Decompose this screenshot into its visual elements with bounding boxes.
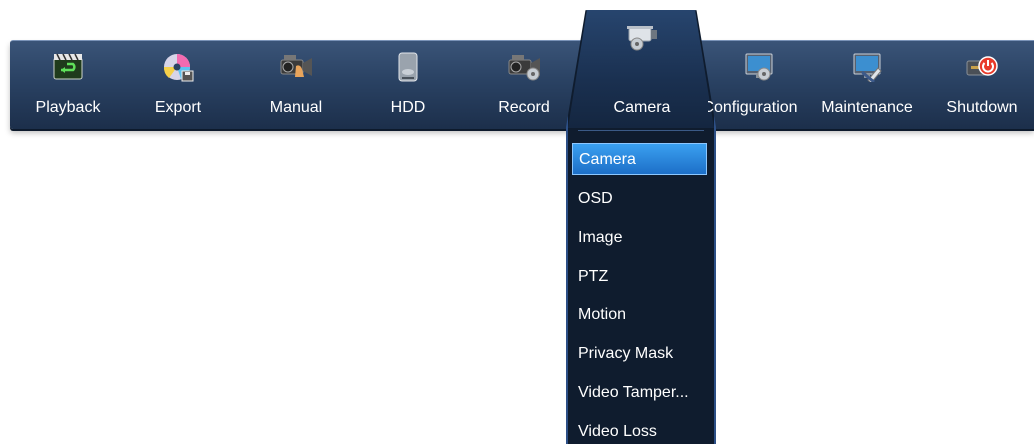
export-disc-icon <box>163 54 194 82</box>
menu-item-hdd[interactable]: HDD <box>360 40 456 128</box>
submenu-item-osd[interactable]: OSD <box>572 183 707 215</box>
menu-item-export[interactable]: Export <box>130 40 226 128</box>
menu-label-record: Record <box>498 99 550 116</box>
menu-label-maintenance: Maintenance <box>821 99 913 116</box>
manual-record-icon <box>280 55 312 77</box>
submenu-item-privacy-mask[interactable]: Privacy Mask <box>572 338 707 370</box>
hdd-icon <box>398 52 418 82</box>
menu-item-shutdown[interactable]: Shutdown <box>934 40 1030 128</box>
menu-label-hdd: HDD <box>390 99 426 116</box>
submenu-item-video-loss[interactable]: Video Loss <box>572 416 707 444</box>
submenu-item-video-tamper[interactable]: Video Tamper... <box>572 377 707 409</box>
maintenance-monitor-icon <box>853 53 882 82</box>
menu-item-configuration[interactable]: Configuration <box>708 40 810 128</box>
menu-label-configuration: Configuration <box>708 99 798 116</box>
menu-label-camera: Camera <box>613 99 671 116</box>
playback-icon <box>53 53 83 80</box>
menu-label-manual: Manual <box>269 99 323 116</box>
menu-item-record[interactable]: Record <box>476 40 572 128</box>
menu-label-playback: Playback <box>35 99 101 116</box>
dvr-main-menu: Playback Export Manual HDD Record Camera… <box>0 0 1034 444</box>
record-camera-icon <box>508 55 540 81</box>
camera-icon <box>627 26 657 51</box>
menu-item-playback[interactable]: Playback <box>20 40 116 128</box>
submenu-item-ptz[interactable]: PTZ <box>572 261 707 293</box>
configuration-monitor-icon <box>745 53 773 81</box>
submenu-item-image[interactable]: Image <box>572 222 707 254</box>
submenu-item-motion[interactable]: Motion <box>572 299 707 331</box>
menu-item-manual[interactable]: Manual <box>248 40 344 128</box>
menu-label-shutdown: Shutdown <box>946 99 1018 116</box>
panel-divider <box>578 130 704 131</box>
menu-label-export: Export <box>154 99 202 116</box>
submenu-item-camera[interactable]: Camera <box>572 143 707 175</box>
menu-item-camera[interactable]: Camera <box>592 10 692 116</box>
menu-item-maintenance[interactable]: Maintenance <box>812 40 922 128</box>
shutdown-icon <box>966 56 998 76</box>
